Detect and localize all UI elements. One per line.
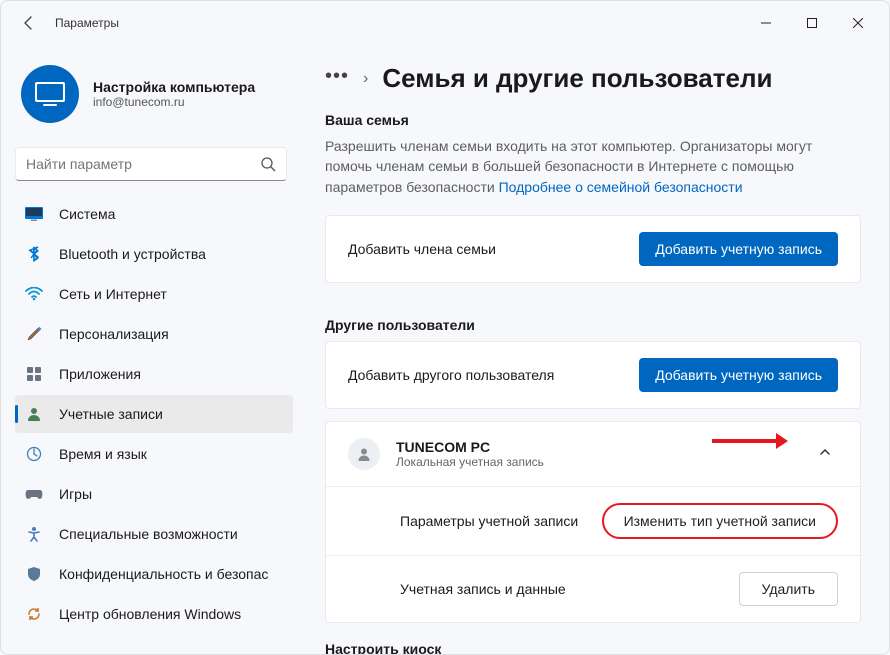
bluetooth-icon — [25, 245, 43, 263]
user-account-card: TUNECOM PC Локальная учетная запись Пара… — [325, 421, 861, 623]
wifi-icon — [25, 285, 43, 303]
update-icon — [25, 605, 43, 623]
clock-globe-icon — [25, 445, 43, 463]
content-area: ••• › Семья и другие пользователи Ваша с… — [301, 45, 889, 654]
nav-accessibility[interactable]: Специальные возможности — [15, 515, 293, 553]
search-icon — [260, 156, 276, 172]
delete-account-button[interactable]: Удалить — [739, 572, 838, 606]
close-button[interactable] — [835, 7, 881, 39]
breadcrumb-more-icon[interactable]: ••• — [325, 66, 349, 92]
nav-label: Сеть и Интернет — [59, 286, 167, 302]
page-title: Семья и другие пользователи — [382, 63, 772, 94]
add-family-card: Добавить члена семьи Добавить учетную за… — [325, 215, 861, 283]
chevron-right-icon: › — [363, 70, 368, 88]
others-section-title: Другие пользователи — [325, 317, 861, 333]
title-bar: Параметры — [1, 1, 889, 45]
display-icon — [25, 205, 43, 223]
profile-name: Настройка компьютера — [93, 79, 255, 95]
nav-label: Приложения — [59, 366, 141, 382]
nav-label: Игры — [59, 486, 92, 502]
add-family-button[interactable]: Добавить учетную запись — [639, 232, 838, 266]
user-header-row[interactable]: TUNECOM PC Локальная учетная запись — [326, 422, 860, 487]
add-other-user-card: Добавить другого пользователя Добавить у… — [325, 341, 861, 409]
add-family-label: Добавить члена семьи — [348, 241, 496, 257]
nav-system[interactable]: Система — [15, 195, 293, 233]
sidebar: Настройка компьютера info@tunecom.ru Сис… — [1, 45, 301, 654]
account-data-row: Учетная запись и данные Удалить — [326, 556, 860, 622]
back-button[interactable] — [9, 3, 49, 43]
nav-label: Персонализация — [59, 326, 169, 342]
nav-label: Система — [59, 206, 115, 222]
family-section-desc: Разрешить членам семьи входить на этот к… — [325, 136, 861, 197]
nav-gaming[interactable]: Игры — [15, 475, 293, 513]
avatar — [21, 65, 79, 123]
person-icon — [25, 405, 43, 423]
person-avatar-icon — [348, 438, 380, 470]
search-box[interactable] — [15, 147, 287, 181]
account-params-label: Параметры учетной записи — [348, 513, 578, 529]
family-safety-link[interactable]: Подробнее о семейной безопасности — [499, 179, 743, 195]
nav-label: Учетные записи — [59, 406, 163, 422]
minimize-button[interactable] — [743, 7, 789, 39]
nav-network[interactable]: Сеть и Интернет — [15, 275, 293, 313]
nav-label: Bluetooth и устройства — [59, 246, 206, 262]
shield-icon — [25, 565, 43, 583]
breadcrumb: ••• › Семья и другие пользователи — [325, 63, 861, 94]
chevron-up-icon[interactable] — [812, 439, 838, 468]
search-input[interactable] — [26, 156, 260, 172]
nav-privacy[interactable]: Конфиденциальность и безопас — [15, 555, 293, 593]
nav-bluetooth[interactable]: Bluetooth и устройства — [15, 235, 293, 273]
nav-label: Центр обновления Windows — [59, 606, 241, 622]
nav-time-language[interactable]: Время и язык — [15, 435, 293, 473]
window-title: Параметры — [55, 16, 119, 30]
nav-accounts[interactable]: Учетные записи — [15, 395, 293, 433]
nav-label: Время и язык — [59, 446, 147, 462]
add-other-user-button[interactable]: Добавить учетную запись — [639, 358, 838, 392]
user-name: TUNECOM PC — [396, 439, 544, 455]
account-params-row: Параметры учетной записи Изменить тип уч… — [326, 487, 860, 556]
profile-block[interactable]: Настройка компьютера info@tunecom.ru — [15, 53, 293, 143]
brush-icon — [25, 325, 43, 343]
nav-personalization[interactable]: Персонализация — [15, 315, 293, 353]
annotation-arrow — [712, 439, 778, 443]
nav-label: Специальные возможности — [59, 526, 238, 542]
gamepad-icon — [25, 485, 43, 503]
nav-apps[interactable]: Приложения — [15, 355, 293, 393]
nav-windows-update[interactable]: Центр обновления Windows — [15, 595, 293, 633]
accessibility-icon — [25, 525, 43, 543]
family-section-title: Ваша семья — [325, 112, 861, 128]
nav-list: Система Bluetooth и устройства Сеть и Ин… — [15, 195, 293, 633]
maximize-button[interactable] — [789, 7, 835, 39]
apps-icon — [25, 365, 43, 383]
change-account-type-button[interactable]: Изменить тип учетной записи — [602, 503, 838, 539]
kiosk-section-title: Настроить киоск — [325, 641, 861, 654]
account-data-label: Учетная запись и данные — [348, 581, 566, 597]
nav-label: Конфиденциальность и безопас — [59, 566, 268, 582]
user-type: Локальная учетная запись — [396, 455, 544, 469]
profile-email: info@tunecom.ru — [93, 95, 255, 109]
add-other-user-label: Добавить другого пользователя — [348, 367, 554, 383]
